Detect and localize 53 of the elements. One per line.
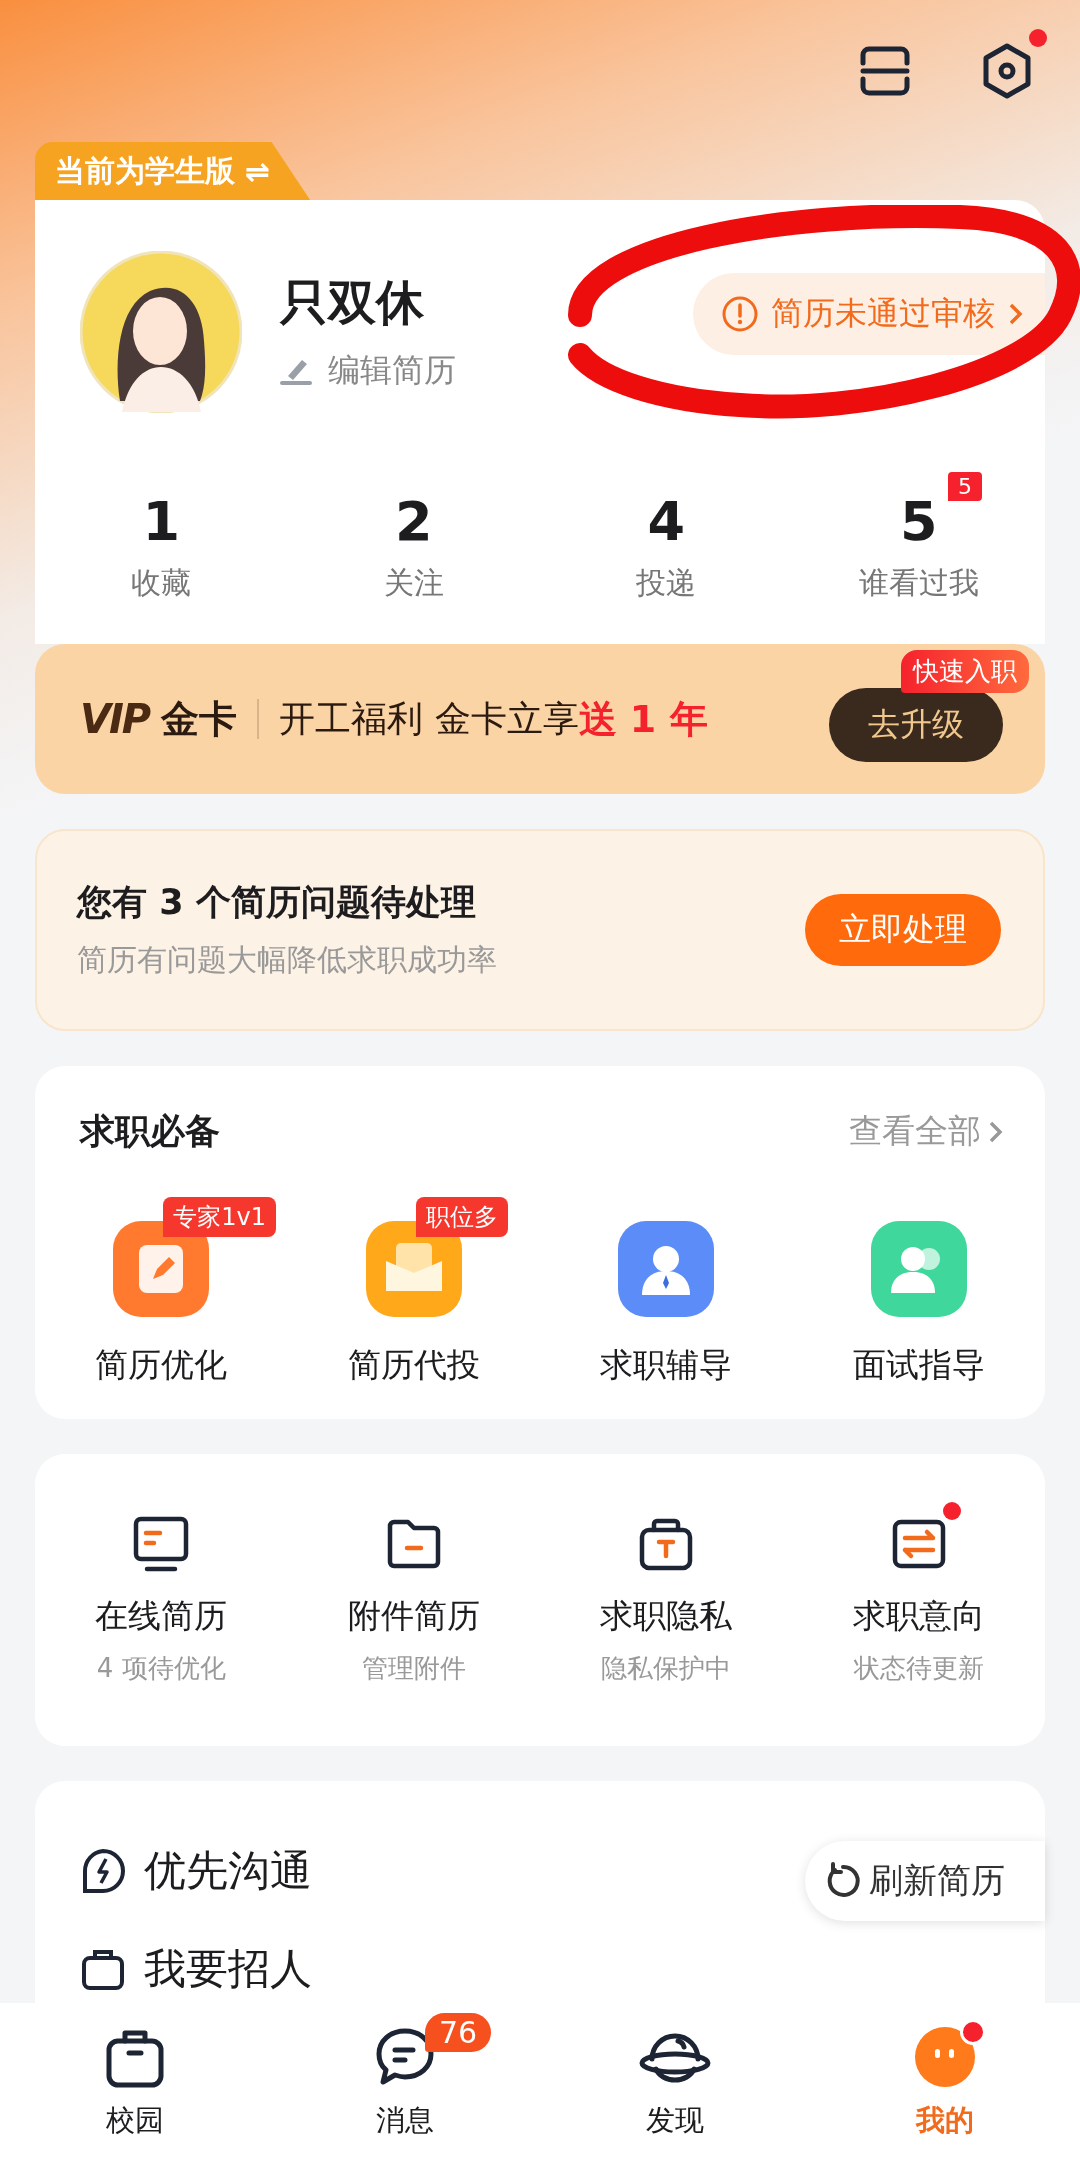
people-icon (870, 1221, 967, 1317)
scan-icon[interactable] (859, 45, 911, 97)
service-item[interactable]: 专家1v1 简历优化 (35, 1197, 288, 1388)
issue-title: 您有 3 个简历问题待处理 (77, 881, 477, 924)
stat-label[interactable]: 投递 (636, 563, 697, 604)
lightning-bubble-icon (80, 1848, 126, 1894)
stat-label[interactable]: 收藏 (131, 563, 192, 604)
resume-tool-item[interactable]: 求职隐私 隐私保护中 (600, 1514, 733, 1686)
stat-count[interactable]: 5 (899, 490, 938, 553)
resume-tool-item[interactable]: 附件简历 管理附件 (347, 1514, 480, 1686)
person-icon (618, 1221, 715, 1317)
section-title: 求职必备 (80, 1110, 220, 1153)
item-badge: 专家1v1 (163, 1197, 276, 1237)
service-label[interactable]: 我要招人 (144, 1941, 312, 1997)
refresh-icon (825, 1862, 863, 1900)
promo-highlight: 送 1 年 (578, 695, 708, 743)
chevron-icon (1007, 301, 1025, 327)
tool-status: 隐私保护中 (601, 1652, 732, 1685)
tool-label: 求职意向 (852, 1595, 985, 1637)
tool-status: 4 项待优化 (96, 1652, 226, 1685)
issue-subtitle: 简历有问题大幅降低求职成功率 (77, 941, 498, 979)
alert-icon (721, 295, 759, 333)
stat-count[interactable]: 1 (142, 490, 181, 553)
tool-label: 求职隐私 (600, 1595, 733, 1637)
vip-card-label: 金卡 (161, 695, 238, 743)
tab-bar-item[interactable]: 发现 (638, 2025, 712, 2141)
tab-bar-item[interactable]: 校园 (103, 2025, 167, 2141)
vip-logo: VIP (80, 696, 150, 742)
tool-status: 管理附件 (361, 1652, 466, 1685)
upgrade-button[interactable]: 去升级 (829, 688, 1003, 762)
stat-count[interactable]: 4 (647, 490, 686, 553)
service-item[interactable]: 面试指导 (792, 1197, 1045, 1388)
service-label[interactable]: 优先沟通 (144, 1843, 312, 1899)
stat-count[interactable]: 2 (394, 490, 433, 553)
smiley-face-icon (913, 2025, 977, 2089)
edit-resume-link[interactable]: 编辑简历 (328, 349, 456, 393)
count-badge: 5 (947, 472, 982, 501)
service-item[interactable]: 职位多 简历代投 (287, 1197, 540, 1388)
refresh-resume-button[interactable]: 刷新简历 (805, 1841, 1045, 1921)
promo-text: 开工福利 金卡立享 (279, 696, 579, 741)
user-name: 只双休 (280, 273, 425, 332)
message-count-badge: 76 (425, 2013, 492, 2052)
stat-label[interactable]: 关注 (383, 563, 444, 604)
tool-label: 附件简历 (347, 1595, 480, 1637)
resume-tool-item[interactable]: 求职意向 状态待更新 (852, 1514, 985, 1686)
tool-label: 在线简历 (95, 1595, 228, 1637)
stat-label[interactable]: 谁看过我 (858, 563, 979, 604)
resume-tool-item[interactable]: 在线简历 4 项待优化 (95, 1514, 228, 1686)
promo-badge: 快速入职 (901, 650, 1029, 693)
item-badge: 职位多 (415, 1197, 508, 1237)
settings-icon[interactable] (981, 43, 1033, 99)
tool-status: 状态待更新 (853, 1652, 984, 1685)
service-item[interactable]: 求职辅导 (540, 1197, 793, 1388)
